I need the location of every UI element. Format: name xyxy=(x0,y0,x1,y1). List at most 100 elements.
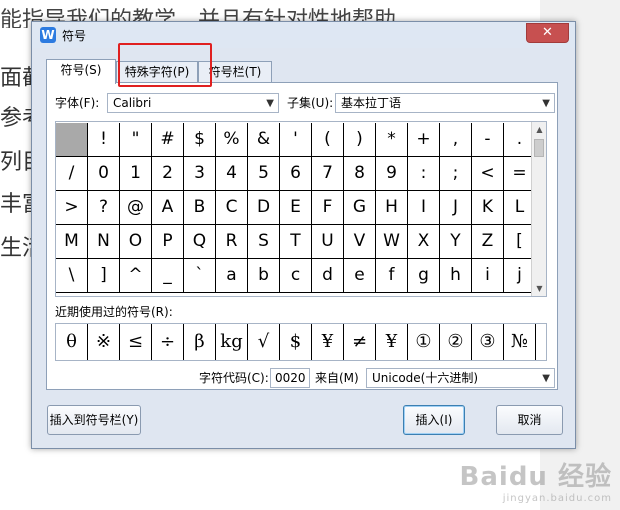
symbol-cell[interactable]: & xyxy=(248,123,280,157)
symbol-cell[interactable]: i xyxy=(472,259,504,293)
symbol-cell[interactable]: ? xyxy=(88,191,120,225)
symbol-cell[interactable]: % xyxy=(216,123,248,157)
recent-symbol-cell[interactable]: ¥ xyxy=(376,324,408,360)
insert-to-symbol-bar-button[interactable]: 插入到符号栏(Y) xyxy=(47,405,141,435)
symbol-cell[interactable]: ; xyxy=(440,157,472,191)
recent-symbol-cell[interactable]: ≠ xyxy=(344,324,376,360)
tab-symbol-bar[interactable]: 符号栏(T) xyxy=(198,61,272,83)
char-code-input[interactable]: 0020 xyxy=(270,368,310,388)
symbol-cell[interactable]: ' xyxy=(280,123,312,157)
symbol-cell[interactable]: $ xyxy=(184,123,216,157)
symbol-cell[interactable]: Q xyxy=(184,225,216,259)
symbol-cell[interactable]: - xyxy=(472,123,504,157)
recent-symbol-cell[interactable]: $ xyxy=(280,324,312,360)
scrollbar-thumb[interactable] xyxy=(534,139,544,157)
symbol-cell[interactable]: R xyxy=(216,225,248,259)
symbol-cell[interactable]: M xyxy=(56,225,88,259)
symbol-cell[interactable]: W xyxy=(376,225,408,259)
symbol-cell[interactable]: T xyxy=(280,225,312,259)
recent-symbol-cell[interactable]: ① xyxy=(408,324,440,360)
symbol-cell[interactable]: G xyxy=(344,191,376,225)
symbol-cell[interactable]: D xyxy=(248,191,280,225)
symbol-cell[interactable]: E xyxy=(280,191,312,225)
insert-button[interactable]: 插入(I) xyxy=(403,405,465,435)
recent-symbol-cell[interactable]: θ xyxy=(56,324,88,360)
symbol-cell[interactable]: I xyxy=(408,191,440,225)
symbol-cell[interactable]: a xyxy=(216,259,248,293)
symbol-cell[interactable]: h xyxy=(440,259,472,293)
symbol-cell[interactable]: K xyxy=(472,191,504,225)
symbol-cell[interactable]: ^ xyxy=(120,259,152,293)
cancel-button[interactable]: 取消 xyxy=(496,405,563,435)
symbol-cell[interactable]: : xyxy=(408,157,440,191)
tab-special-characters[interactable]: 特殊字符(P) xyxy=(116,61,198,83)
symbol-cell[interactable]: 7 xyxy=(312,157,344,191)
symbol-cell[interactable]: f xyxy=(376,259,408,293)
symbol-cell[interactable]: 8 xyxy=(344,157,376,191)
symbol-cell[interactable]: < xyxy=(472,157,504,191)
symbol-cell[interactable]: J xyxy=(440,191,472,225)
recent-symbol-cell[interactable]: √ xyxy=(248,324,280,360)
symbol-cell[interactable]: c xyxy=(280,259,312,293)
symbol-cell[interactable]: 3 xyxy=(184,157,216,191)
symbol-cell[interactable]: " xyxy=(120,123,152,157)
recent-symbol-cell[interactable]: ※ xyxy=(88,324,120,360)
from-select[interactable]: Unicode(十六进制) ▼ xyxy=(366,368,555,388)
symbol-cell[interactable]: A xyxy=(152,191,184,225)
symbol-cell[interactable]: b xyxy=(248,259,280,293)
symbol-cell[interactable]: 2 xyxy=(152,157,184,191)
recent-symbol-cell[interactable]: ③ xyxy=(472,324,504,360)
recent-symbol-cell[interactable]: ÷ xyxy=(152,324,184,360)
symbol-cell[interactable]: _ xyxy=(152,259,184,293)
symbol-cell[interactable]: ` xyxy=(184,259,216,293)
symbol-cell[interactable]: ) xyxy=(344,123,376,157)
symbol-grid-scrollbar[interactable]: ▲ ▼ xyxy=(531,122,546,296)
symbol-cell[interactable]: F xyxy=(312,191,344,225)
symbol-cell[interactable]: 6 xyxy=(280,157,312,191)
symbol-cell[interactable]: 5 xyxy=(248,157,280,191)
symbol-cell[interactable]: Z xyxy=(472,225,504,259)
recent-symbol-cell[interactable]: β xyxy=(184,324,216,360)
symbol-cell[interactable]: g xyxy=(408,259,440,293)
tab-symbols[interactable]: 符号(S) xyxy=(46,59,116,84)
symbol-cell[interactable]: C xyxy=(216,191,248,225)
symbol-cell[interactable]: ] xyxy=(88,259,120,293)
recent-symbol-cell[interactable]: kg xyxy=(216,324,248,360)
symbol-cell[interactable]: B xyxy=(184,191,216,225)
symbol-cell[interactable]: * xyxy=(376,123,408,157)
recent-symbol-cell[interactable]: № xyxy=(504,324,536,360)
subset-select[interactable]: 基本拉丁语 ▼ xyxy=(335,93,555,113)
symbol-cell[interactable]: O xyxy=(120,225,152,259)
scroll-up-icon[interactable]: ▲ xyxy=(532,122,547,137)
symbol-cell[interactable]: + xyxy=(408,123,440,157)
symbol-cell[interactable]: \ xyxy=(56,259,88,293)
symbol-cell[interactable]: X xyxy=(408,225,440,259)
symbol-cell[interactable]: N xyxy=(88,225,120,259)
symbol-cell[interactable]: / xyxy=(56,157,88,191)
symbol-cell[interactable]: S xyxy=(248,225,280,259)
recent-symbol-cell[interactable]: ¥ xyxy=(312,324,344,360)
symbol-cell[interactable]: ( xyxy=(312,123,344,157)
symbol-cell[interactable]: 0 xyxy=(88,157,120,191)
symbol-cell[interactable]: 4 xyxy=(216,157,248,191)
symbol-cell[interactable] xyxy=(56,123,88,157)
symbol-cell[interactable]: , xyxy=(440,123,472,157)
scroll-down-icon[interactable]: ▼ xyxy=(532,281,547,296)
dialog-titlebar[interactable]: W 符号 ✕ xyxy=(32,22,575,48)
symbol-cell[interactable]: e xyxy=(344,259,376,293)
symbol-cell[interactable]: V xyxy=(344,225,376,259)
symbol-cell[interactable]: d xyxy=(312,259,344,293)
symbol-cell[interactable]: ! xyxy=(88,123,120,157)
font-select[interactable]: Calibri ▼ xyxy=(107,93,279,113)
recent-symbol-cell[interactable]: ② xyxy=(440,324,472,360)
close-button[interactable]: ✕ xyxy=(526,23,569,43)
symbol-cell[interactable]: 9 xyxy=(376,157,408,191)
symbol-cell[interactable]: H xyxy=(376,191,408,225)
symbol-cell[interactable]: Y xyxy=(440,225,472,259)
symbol-cell[interactable]: # xyxy=(152,123,184,157)
symbol-cell[interactable]: U xyxy=(312,225,344,259)
recent-symbol-cell[interactable]: ≤ xyxy=(120,324,152,360)
symbol-cell[interactable]: P xyxy=(152,225,184,259)
symbol-cell[interactable]: > xyxy=(56,191,88,225)
symbol-cell[interactable]: 1 xyxy=(120,157,152,191)
